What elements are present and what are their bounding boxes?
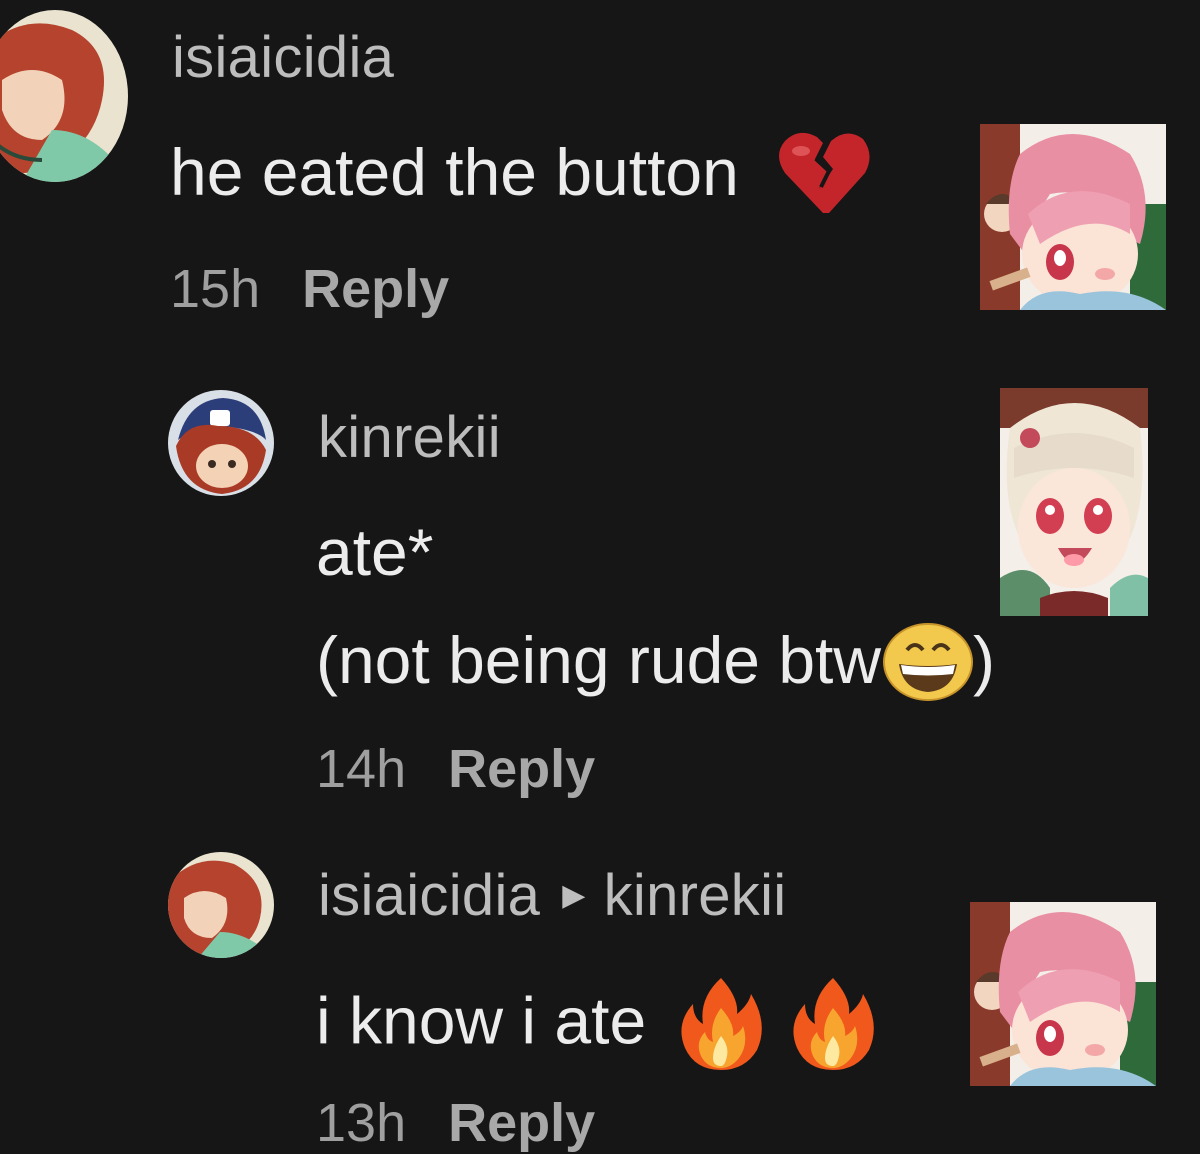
- avatar[interactable]: [168, 852, 274, 958]
- comment-text-line: he eated the button: [170, 135, 739, 209]
- comment-text: i know i ate: [316, 978, 875, 1074]
- comment-text-line: (not being rude btw: [316, 623, 882, 697]
- avatar[interactable]: [0, 10, 128, 182]
- avatar[interactable]: [168, 390, 274, 496]
- avatar-image: [0, 10, 128, 182]
- comment-text-line: ate*: [316, 515, 434, 589]
- comment-username[interactable]: isiaicidia: [172, 24, 394, 91]
- avatar-image: [168, 852, 274, 958]
- reply-arrow-icon: ▶: [562, 879, 586, 913]
- comment-timestamp: 15h: [170, 259, 261, 319]
- comment-text-line: ): [973, 623, 996, 697]
- grinning-face-icon: [883, 622, 974, 702]
- comment-meta: 14h Reply: [316, 738, 595, 800]
- reply-button[interactable]: Reply: [302, 259, 449, 319]
- comment-username: isiaicidia ▶ kinrekii: [318, 862, 786, 929]
- comment-username-author[interactable]: isiaicidia: [318, 863, 540, 928]
- anime-sticker: [970, 902, 1156, 1086]
- comment-text: he eated the button: [170, 132, 871, 221]
- comment-meta: 13h Reply: [316, 1092, 595, 1154]
- comment-text-line: i know i ate: [316, 983, 647, 1058]
- avatar-image: [168, 390, 274, 496]
- comment-username[interactable]: kinrekii: [318, 404, 501, 471]
- anime-sticker: [1000, 388, 1148, 616]
- comment-text: (not being rude btw ): [316, 622, 995, 706]
- fire-icon: [679, 974, 763, 1070]
- comment-meta: 15h Reply: [170, 258, 449, 320]
- reply-button[interactable]: Reply: [448, 739, 595, 799]
- reply-button[interactable]: Reply: [448, 1093, 595, 1153]
- comment-timestamp: 13h: [316, 1093, 407, 1153]
- comment-timestamp: 14h: [316, 739, 407, 799]
- comment-username-reply-to[interactable]: kinrekii: [604, 863, 787, 928]
- anime-sticker: [980, 124, 1166, 310]
- broken-heart-icon: [779, 129, 871, 215]
- fire-icon: [791, 974, 875, 1070]
